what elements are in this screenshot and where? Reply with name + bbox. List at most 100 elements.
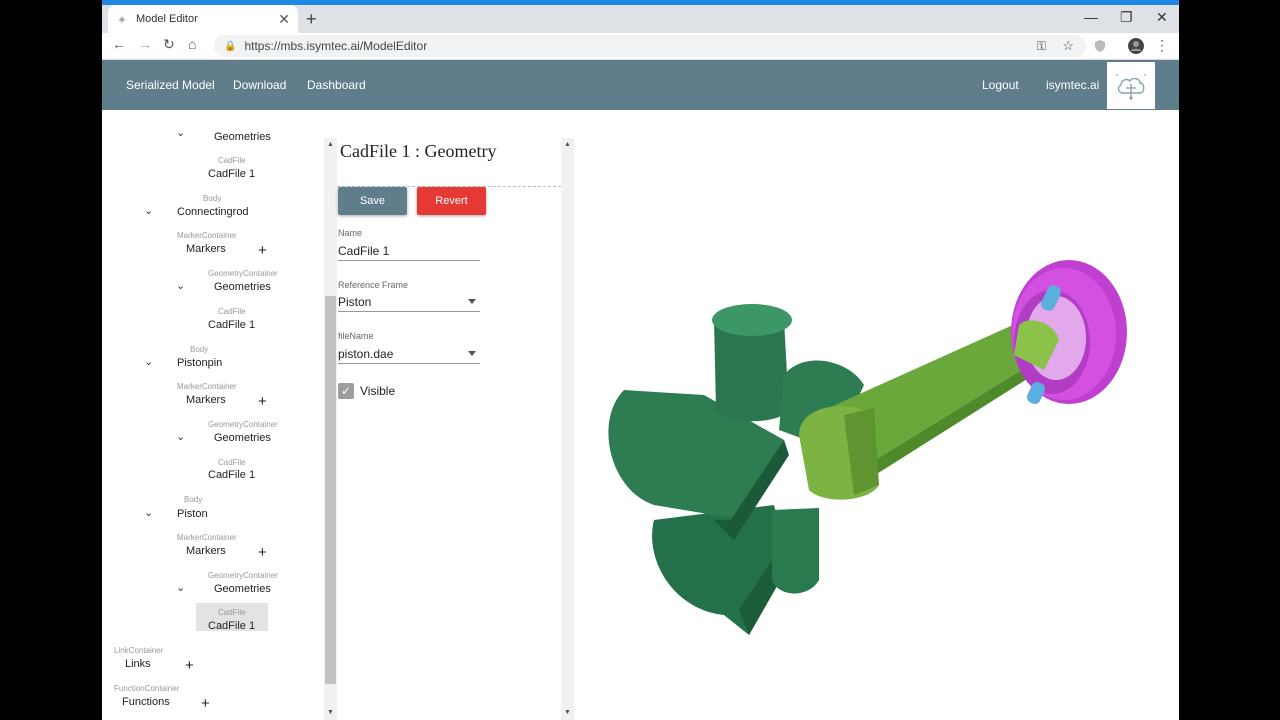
brand-link[interactable]: isymtec.ai [1046, 78, 1099, 92]
form-scrollbar[interactable]: ▲ ▼ [561, 138, 574, 720]
cloud-logo-icon [1116, 73, 1146, 100]
tab-strip: ◈ Model Editor ✕ + — ❐ ✕ [102, 5, 1179, 33]
tree-item-cadfile[interactable]: CadFile 1 [208, 469, 255, 481]
tree-item-body-piston[interactable]: Piston [177, 508, 208, 520]
chevron-down-icon[interactable]: ⌄ [144, 506, 153, 519]
add-function-icon[interactable]: + [201, 696, 210, 711]
filename-label: fileName [338, 331, 374, 341]
minimize-icon[interactable]: — [1084, 9, 1098, 25]
tree-type-label: Body [190, 345, 209, 354]
scroll-up-icon[interactable]: ▲ [327, 141, 334, 148]
tree-item-geometries[interactable]: Geometries [214, 583, 271, 595]
reload-icon[interactable]: ↻ [163, 36, 175, 53]
tree-item-cadfile[interactable]: CadFile 1 [208, 168, 255, 180]
scrollbar-thumb[interactable] [325, 296, 336, 684]
name-field-label: Name [338, 228, 363, 238]
checkmark-icon: ✓ [340, 384, 352, 398]
tree-type-label: Body [203, 194, 222, 203]
url-field[interactable]: 🔒 https://mbs.isymtec.ai/ModelEditor ⚿ ☆ [214, 35, 1086, 57]
nav-dashboard[interactable]: Dashboard [307, 78, 366, 92]
tree-item-functions[interactable]: Functions [122, 696, 170, 708]
tree-type-label: GeometryContainer [208, 571, 278, 580]
chevron-down-icon[interactable]: ⌄ [144, 204, 153, 217]
menu-icon[interactable]: ⋮ [1155, 37, 1169, 54]
tree-type-label: CadFile [218, 608, 246, 617]
3d-viewport[interactable] [574, 110, 1179, 720]
tree-item-markers[interactable]: Markers [186, 394, 226, 406]
tree-type-label: CadFile [218, 307, 246, 316]
tree-item-cadfile-selected[interactable]: CadFile 1 [208, 620, 255, 632]
brand-logo[interactable] [1107, 62, 1155, 109]
key-icon[interactable]: ⚿ [1037, 39, 1046, 54]
tree-item-geometries-partial[interactable]: Geometries [214, 131, 271, 143]
name-field[interactable]: CadFile 1 [338, 241, 480, 261]
add-marker-icon[interactable]: + [258, 243, 267, 258]
star-icon[interactable]: ☆ [1062, 38, 1074, 54]
tree-item-body-pistonpin[interactable]: Pistonpin [177, 357, 222, 369]
browser-window: ◈ Model Editor ✕ + — ❐ ✕ ← → ↻ ⌂ 🔒 https… [102, 0, 1179, 720]
back-icon[interactable]: ← [112, 36, 126, 52]
favicon-icon: ◈ [118, 13, 126, 24]
tree-item-body-connectingrod[interactable]: Connectingrod [177, 206, 249, 218]
scroll-down-icon[interactable]: ▼ [327, 709, 334, 716]
save-button[interactable]: Save [338, 187, 407, 215]
chevron-down-icon[interactable]: ⌄ [176, 279, 185, 292]
tree-type-label: LinkContainer [114, 646, 164, 655]
restore-icon[interactable]: ❐ [1120, 9, 1133, 26]
add-link-icon[interactable]: + [185, 658, 194, 673]
filename-value: piston.dae [338, 346, 394, 361]
home-icon[interactable]: ⌂ [188, 36, 196, 52]
nav-download[interactable]: Download [233, 78, 286, 92]
add-marker-icon[interactable]: + [258, 394, 267, 409]
visible-label: Visible [360, 384, 396, 398]
tree-item-cadfile[interactable]: CadFile 1 [208, 319, 255, 331]
tree-type-label: CadFile [218, 156, 246, 165]
lock-icon: 🔒 [224, 40, 237, 52]
tree-type-label: MarkerContainer [177, 231, 237, 240]
properties-form: CadFile 1 : Geometry Save Revert Name Ca… [337, 138, 561, 720]
extension-shield-icon[interactable] [1093, 39, 1107, 53]
filename-select[interactable]: piston.dae [338, 344, 480, 364]
model-tree: ⌄ Geometries CadFile CadFile 1 Body ⌄ Co… [102, 110, 324, 720]
chevron-down-icon[interactable]: ⌄ [176, 581, 185, 594]
address-bar: ← → ↻ ⌂ 🔒 https://mbs.isymtec.ai/ModelEd… [102, 33, 1179, 60]
dropdown-caret-icon [468, 351, 476, 356]
url-text: https://mbs.isymtec.ai/ModelEditor [244, 39, 428, 53]
name-field-value: CadFile 1 [338, 243, 390, 258]
new-tab-icon[interactable]: + [306, 9, 317, 30]
tree-item-links[interactable]: Links [125, 658, 151, 670]
tree-item-markers[interactable]: Markers [186, 243, 226, 255]
chevron-down-icon[interactable]: ⌄ [144, 355, 153, 368]
logout-link[interactable]: Logout [982, 78, 1019, 92]
reference-frame-select[interactable]: Piston [338, 292, 480, 312]
tree-type-label: MarkerContainer [177, 382, 237, 391]
nav-serialized-model[interactable]: Serialized Model [126, 78, 215, 92]
chevron-down-icon[interactable]: ⌄ [176, 126, 185, 139]
tree-type-label: GeometryContainer [208, 420, 278, 429]
tab-close-icon[interactable]: ✕ [278, 11, 290, 28]
browser-tab[interactable]: ◈ Model Editor ✕ [108, 5, 298, 33]
close-window-icon[interactable]: ✕ [1156, 9, 1168, 26]
tree-item-geometries[interactable]: Geometries [214, 281, 271, 293]
forward-icon[interactable]: → [138, 36, 152, 52]
tree-type-label: GeometryContainer [208, 269, 278, 278]
crank-piston-model[interactable] [574, 110, 1179, 720]
tree-type-label: FunctionContainer [114, 684, 180, 693]
tree-item-markers[interactable]: Markers [186, 545, 226, 557]
tree-type-label: Body [184, 495, 203, 504]
tab-title: Model Editor [136, 13, 198, 25]
reference-frame-label: Reference Frame [338, 280, 409, 290]
scroll-down-icon[interactable]: ▼ [564, 709, 571, 716]
add-marker-icon[interactable]: + [258, 545, 267, 560]
scroll-up-icon[interactable]: ▲ [564, 141, 571, 148]
revert-button[interactable]: Revert [417, 187, 486, 215]
app-header: Serialized Model Download Dashboard Logo… [102, 60, 1179, 110]
reference-frame-value: Piston [338, 294, 372, 309]
chevron-down-icon[interactable]: ⌄ [176, 430, 185, 443]
tree-item-geometries[interactable]: Geometries [214, 432, 271, 444]
tree-scrollbar[interactable]: ▲ ▼ [324, 138, 337, 720]
form-title: CadFile 1 : Geometry [340, 141, 497, 161]
tree-type-label: CadFile [218, 458, 246, 467]
avatar[interactable] [1128, 38, 1144, 54]
visible-checkbox[interactable]: ✓ [338, 383, 354, 399]
